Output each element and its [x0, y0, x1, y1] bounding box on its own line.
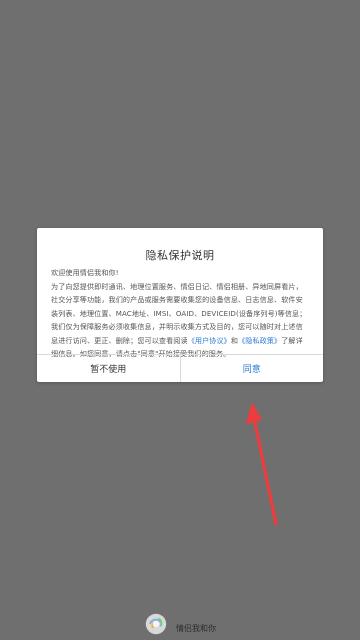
user-agreement-link[interactable]: 《用户协议》 — [188, 336, 231, 345]
body-line-3: 装列表、地理位置、MAC地址、IMSI、OAID、DEVICEID(设备序列号)… — [51, 308, 307, 318]
dialog-actions: 暂不使用 同意 — [37, 354, 323, 382]
privacy-dialog: 隐私保护说明 欢迎使用情侣我和你! 为了向您提供即时通讯、地理位置服务、情侣日记… — [37, 228, 323, 382]
agree-button[interactable]: 同意 — [181, 355, 324, 382]
privacy-policy-link[interactable]: 《隐私政策》 — [238, 336, 281, 345]
welcome-line: 欢迎使用情侣我和你! — [51, 268, 119, 277]
dialog-body: 欢迎使用情侣我和你! 为了向您提供即时通讯、地理位置服务、情侣日记、情侣相册、异… — [51, 266, 311, 361]
app-logo-icon — [145, 613, 167, 635]
cancel-button[interactable]: 暂不使用 — [37, 355, 181, 382]
dialog-title: 隐私保护说明 — [145, 249, 215, 262]
body-line-and: 和 — [230, 335, 239, 345]
body-line-2: 社交分享等功能，我们的产品或服务需要收集您的设备信息、日志信息、软件安 — [51, 295, 303, 304]
body-line-1: 为了向您提供即时通讯、地理位置服务、情侣日记、情侣相册、异地同屏看片， — [51, 281, 303, 291]
body-line-5-text: 息进行访问、更正、删除；您可以查看阅读 — [51, 335, 188, 345]
body-line-detail: 了解详 — [281, 335, 303, 345]
body-line-4: 我们仅为保障服务必须收集信息，并明示收集方式及目的，您可以随时对上述信 — [51, 322, 303, 331]
brand-name: 情侣我和你 — [176, 624, 216, 633]
body-line-5-wrap: 息进行访问、更正、删除；您可以查看阅读《用户协议》和《隐私政策》了解详 — [51, 334, 311, 348]
